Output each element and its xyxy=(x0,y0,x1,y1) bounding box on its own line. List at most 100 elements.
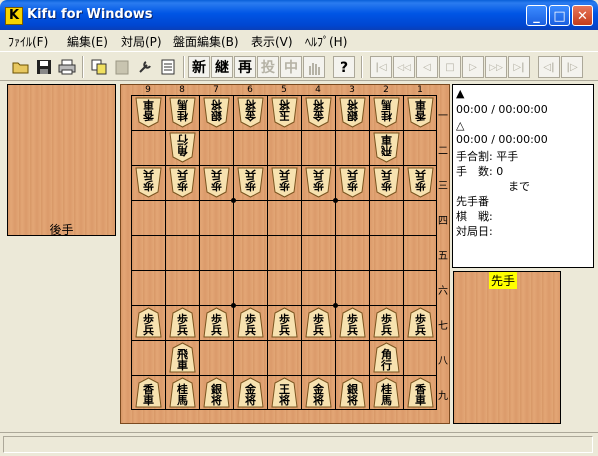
sente-piece[interactable]: 香車 xyxy=(135,377,162,408)
gote-piece[interactable]: 歩兵 xyxy=(339,167,366,198)
maximize-button[interactable]: □ xyxy=(549,5,570,26)
help-button[interactable]: ? xyxy=(333,56,355,78)
sente-piece[interactable]: 歩兵 xyxy=(373,307,400,338)
sente-piece[interactable]: 歩兵 xyxy=(271,307,298,338)
menu-board-edit[interactable]: 盤面編集(B) xyxy=(173,33,239,50)
sente-piece[interactable]: 歩兵 xyxy=(407,307,434,338)
sente-piece[interactable]: 歩兵 xyxy=(339,307,366,338)
date-info: 対局日: xyxy=(456,225,493,238)
gote-piece[interactable]: 歩兵 xyxy=(203,167,230,198)
gote-piece[interactable]: 歩兵 xyxy=(305,167,332,198)
gote-piece[interactable]: 銀将 xyxy=(203,97,230,128)
sente-piece-stand[interactable] xyxy=(453,271,561,424)
sente-label: 先手 xyxy=(489,272,518,289)
piece-char: 馬 xyxy=(381,394,392,407)
sente-piece[interactable]: 銀将 xyxy=(339,377,366,408)
column-number: 3 xyxy=(349,85,355,95)
minimize-button[interactable]: _ xyxy=(526,5,547,26)
sente-piece[interactable]: 角行 xyxy=(373,342,400,373)
sente-piece[interactable]: 金将 xyxy=(237,377,264,408)
replay-button[interactable]: 再 xyxy=(234,56,256,78)
piece-char: 将 xyxy=(313,394,324,407)
grid-line xyxy=(132,305,436,306)
gote-piece[interactable]: 歩兵 xyxy=(407,167,434,198)
paste-icon xyxy=(115,60,129,75)
handicap-info: 手合割: 平手 xyxy=(456,150,519,163)
gote-piece[interactable]: 歩兵 xyxy=(373,167,400,198)
suspend-button[interactable]: 中 xyxy=(280,56,302,78)
branch-next-button[interactable]: |▷ xyxy=(561,56,583,78)
continue-button[interactable]: 継 xyxy=(211,56,233,78)
sente-piece[interactable]: 銀将 xyxy=(203,377,230,408)
nav-last-button[interactable]: ▷| xyxy=(508,56,530,78)
gote-piece[interactable]: 銀将 xyxy=(339,97,366,128)
piece-char: 香 xyxy=(415,109,426,122)
toolbar: 新 継 再 投 中 ? |◁ ◁◁ ◁ □ ▷ ▷▷ ▷| ◁| |▷ xyxy=(0,51,598,81)
sente-piece[interactable]: 桂馬 xyxy=(373,377,400,408)
grid-line xyxy=(301,96,302,409)
branch-prev-button[interactable]: ◁| xyxy=(538,56,560,78)
gote-piece[interactable]: 歩兵 xyxy=(237,167,264,198)
gote-piece[interactable]: 歩兵 xyxy=(135,167,162,198)
gote-piece-stand[interactable]: 後手 xyxy=(7,84,116,237)
sente-piece[interactable]: 桂馬 xyxy=(169,377,196,408)
settings-button[interactable] xyxy=(134,56,156,78)
status-bar xyxy=(0,432,598,456)
grid-line xyxy=(267,96,268,409)
gote-piece[interactable]: 桂馬 xyxy=(373,97,400,128)
piece-char: 馬 xyxy=(381,98,392,111)
nav-first-button[interactable]: |◁ xyxy=(370,56,392,78)
gote-piece[interactable]: 歩兵 xyxy=(169,167,196,198)
piece-char: 歩 xyxy=(177,179,188,192)
gote-piece[interactable]: 金将 xyxy=(237,97,264,128)
new-game-button[interactable]: 新 xyxy=(188,56,210,78)
nav-stop-button[interactable]: □ xyxy=(439,56,461,78)
sente-piece[interactable]: 金将 xyxy=(305,377,332,408)
sente-piece[interactable]: 歩兵 xyxy=(203,307,230,338)
gote-piece[interactable]: 角行 xyxy=(169,132,196,163)
grid-line xyxy=(132,270,436,271)
close-button[interactable]: ✕ xyxy=(572,5,593,26)
piece-char: 将 xyxy=(211,394,222,407)
made-text: まで xyxy=(508,180,530,193)
menu-view[interactable]: 表示(V) xyxy=(251,33,293,50)
gote-piece[interactable]: 桂馬 xyxy=(169,97,196,128)
paste-button[interactable] xyxy=(111,56,133,78)
save-button[interactable] xyxy=(33,56,55,78)
copy-button[interactable] xyxy=(88,56,110,78)
sente-piece[interactable]: 飛車 xyxy=(169,342,196,373)
piece-char: 将 xyxy=(347,394,358,407)
gote-piece[interactable]: 香車 xyxy=(135,97,162,128)
nav-back-many-button[interactable]: ◁◁ xyxy=(393,56,415,78)
hand-icon xyxy=(309,63,320,75)
wait-button[interactable] xyxy=(303,56,325,78)
resign-button[interactable]: 投 xyxy=(257,56,279,78)
sente-piece[interactable]: 歩兵 xyxy=(135,307,162,338)
sente-piece[interactable]: 香車 xyxy=(407,377,434,408)
title-bar[interactable]: K Kifu for Windows _ □ ✕ xyxy=(0,0,598,30)
piece-char: 兵 xyxy=(381,324,392,337)
sente-piece[interactable]: 歩兵 xyxy=(169,307,196,338)
piece-char: 車 xyxy=(143,394,154,407)
gote-piece[interactable]: 香車 xyxy=(407,97,434,128)
gote-piece[interactable]: 歩兵 xyxy=(271,167,298,198)
sente-piece[interactable]: 歩兵 xyxy=(237,307,264,338)
sente-piece[interactable]: 王将 xyxy=(271,377,298,408)
sente-piece[interactable]: 歩兵 xyxy=(305,307,332,338)
open-button[interactable] xyxy=(10,56,32,78)
menu-edit[interactable]: 編集(E) xyxy=(67,33,108,50)
notes-button[interactable] xyxy=(157,56,179,78)
print-button[interactable] xyxy=(56,56,78,78)
nav-next-button[interactable]: ▷ xyxy=(462,56,484,78)
nav-forward-many-button[interactable]: ▷▷ xyxy=(485,56,507,78)
gote-piece[interactable]: 飛車 xyxy=(373,132,400,163)
menu-help[interactable]: ﾍﾙﾌﾟ(H) xyxy=(305,33,347,50)
gote-piece[interactable]: 玉将 xyxy=(271,97,298,128)
menu-file[interactable]: ﾌｧｲﾙ(F) xyxy=(8,33,48,50)
menu-game[interactable]: 対局(P) xyxy=(121,33,162,50)
nav-prev-button[interactable]: ◁ xyxy=(416,56,438,78)
gote-piece[interactable]: 金将 xyxy=(305,97,332,128)
grid-line xyxy=(132,165,436,166)
column-number: 8 xyxy=(179,85,185,95)
piece-char: 行 xyxy=(177,133,188,146)
